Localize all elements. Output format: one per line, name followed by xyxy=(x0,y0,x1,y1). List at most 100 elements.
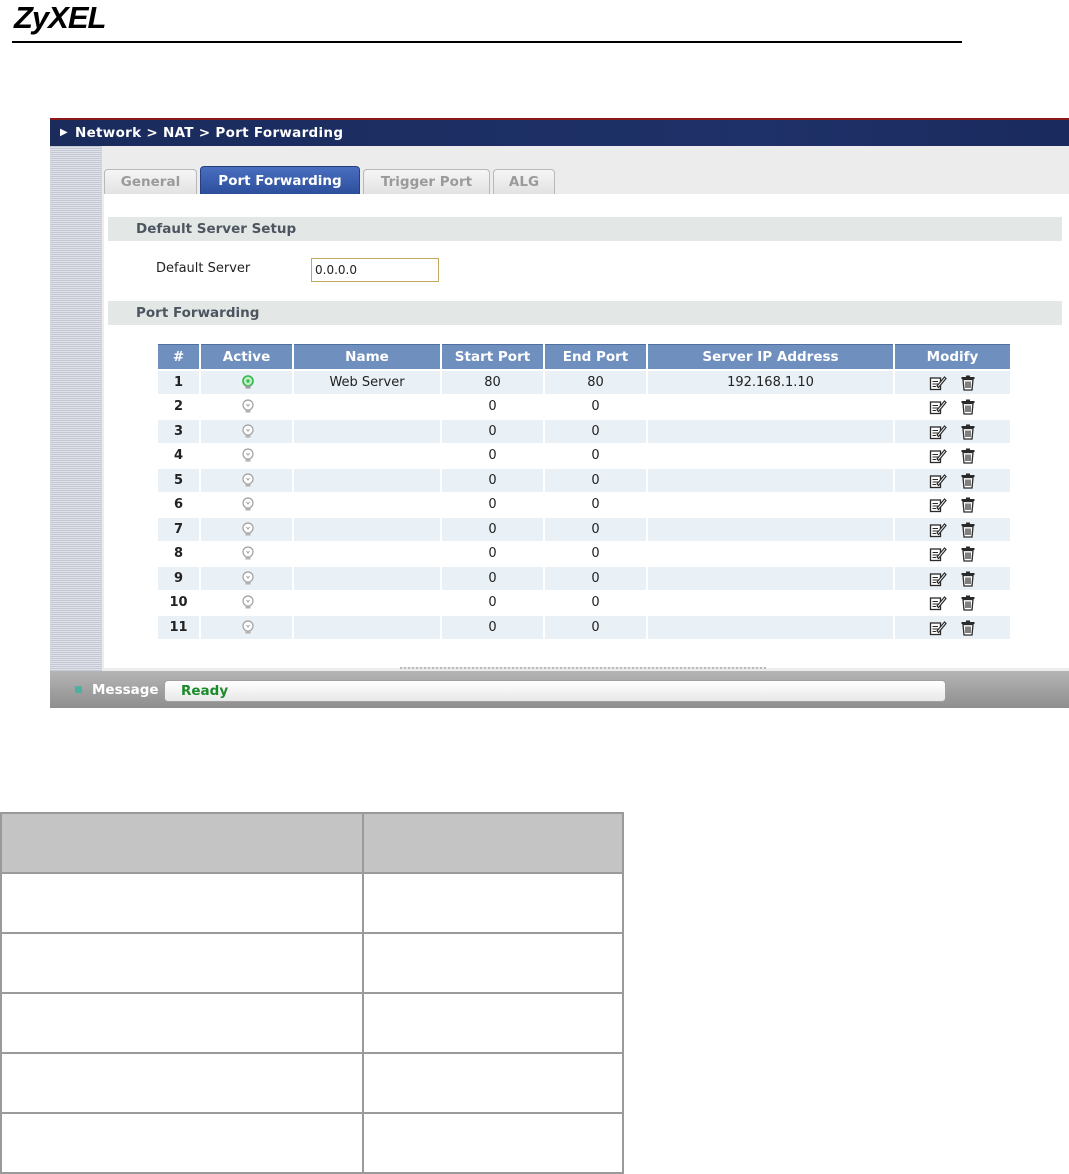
blank-table-row xyxy=(0,992,624,1054)
trash-icon[interactable] xyxy=(959,424,977,440)
router-config-window: ▶ Network > NAT > Port Forwarding Genera… xyxy=(50,118,1069,708)
row-server-ip-cell xyxy=(648,616,893,639)
trash-icon[interactable] xyxy=(959,522,977,538)
lightbulb-off-icon[interactable] xyxy=(241,473,254,487)
default-server-input[interactable] xyxy=(311,258,439,282)
row-modify-actions xyxy=(895,469,1010,492)
row-name-cell xyxy=(294,444,440,467)
row-name-cell xyxy=(294,395,440,418)
row-modify-cell xyxy=(895,567,1010,590)
row-modify-cell xyxy=(895,371,1010,394)
row-name-cell xyxy=(294,591,440,614)
edit-icon[interactable] xyxy=(929,497,947,513)
row-server-ip-cell xyxy=(648,469,893,492)
blank-table-cell xyxy=(362,932,624,994)
row-modify-cell xyxy=(895,395,1010,418)
trash-icon[interactable] xyxy=(959,620,977,636)
edit-icon[interactable] xyxy=(929,595,947,611)
row-index-cell: 6 xyxy=(173,497,184,512)
zyxel-logo: ZyXEL xyxy=(14,0,106,35)
tab-port-forwarding[interactable]: Port Forwarding xyxy=(200,166,360,195)
row-active-cell xyxy=(201,493,292,516)
tab-general[interactable]: General xyxy=(104,169,197,195)
title-bar: ▶ Network > NAT > Port Forwarding xyxy=(50,118,1069,146)
blank-table-cell xyxy=(362,872,624,934)
left-decor-stripe xyxy=(50,146,102,680)
row-server-ip-cell xyxy=(648,493,893,516)
row-modify-cell xyxy=(895,420,1010,443)
row-name-cell xyxy=(294,493,440,516)
trash-icon[interactable] xyxy=(959,375,977,391)
edit-icon[interactable] xyxy=(929,620,947,636)
row-server-ip-cell: 192.168.1.10 xyxy=(648,371,893,394)
blank-table-cell xyxy=(0,932,364,994)
row-server-ip-cell xyxy=(648,395,893,418)
header-divider xyxy=(12,41,962,43)
row-modify-actions xyxy=(895,616,1010,639)
blank-table-cell xyxy=(0,992,364,1054)
blank-table-cell xyxy=(0,1052,364,1114)
status-message: Ready xyxy=(164,680,946,702)
edit-icon[interactable] xyxy=(929,522,947,538)
row-active-cell xyxy=(201,444,292,467)
row-start-port-cell: 0 xyxy=(488,546,497,561)
row-modify-actions xyxy=(895,518,1010,541)
edit-icon[interactable] xyxy=(929,546,947,562)
trash-icon[interactable] xyxy=(959,571,977,587)
trash-icon[interactable] xyxy=(959,448,977,464)
col-header-start-port: Start Port xyxy=(442,344,543,369)
section-port-forwarding: Port Forwarding xyxy=(108,301,1062,325)
lightbulb-off-icon[interactable] xyxy=(241,399,254,413)
row-active-cell xyxy=(201,469,292,492)
edit-icon[interactable] xyxy=(929,571,947,587)
row-modify-actions xyxy=(895,371,1010,394)
row-modify-cell xyxy=(895,444,1010,467)
lightbulb-off-icon[interactable] xyxy=(241,522,254,536)
trash-icon[interactable] xyxy=(959,546,977,562)
trash-icon[interactable] xyxy=(959,497,977,513)
edit-icon[interactable] xyxy=(929,424,947,440)
row-name-cell xyxy=(294,420,440,443)
blank-table-row xyxy=(0,872,624,934)
row-index-cell: 5 xyxy=(158,469,199,492)
lightbulb-off-icon[interactable] xyxy=(241,620,254,634)
row-modify-actions xyxy=(895,395,1010,418)
col-header-name: Name xyxy=(294,344,440,369)
lightbulb-on-icon[interactable] xyxy=(241,375,254,389)
edit-icon[interactable] xyxy=(929,448,947,464)
row-active-cell xyxy=(201,567,292,590)
breadcrumb: Network > NAT > Port Forwarding xyxy=(75,125,344,141)
row-server-ip-cell xyxy=(648,542,893,565)
lightbulb-off-icon[interactable] xyxy=(241,424,254,438)
lightbulb-off-icon[interactable] xyxy=(241,571,254,585)
trash-icon[interactable] xyxy=(959,399,977,415)
row-modify-cell xyxy=(895,591,1010,614)
row-end-port-cell: 80 xyxy=(545,371,646,394)
blank-table-cell xyxy=(0,812,364,874)
tab-alg[interactable]: ALG xyxy=(493,169,555,195)
blank-table-cell xyxy=(362,1052,624,1114)
tab-trigger-port[interactable]: Trigger Port xyxy=(363,169,490,195)
row-end-port-cell: 0 xyxy=(591,448,600,463)
edit-icon[interactable] xyxy=(929,375,947,391)
row-end-port-cell: 0 xyxy=(591,497,600,512)
row-end-port-cell: 0 xyxy=(545,567,646,590)
row-active-cell xyxy=(201,395,292,418)
blank-table-cell xyxy=(0,872,364,934)
row-name-cell xyxy=(294,567,440,590)
col-header-end-port: End Port xyxy=(545,344,646,369)
row-modify-actions xyxy=(895,542,1010,565)
lightbulb-off-icon[interactable] xyxy=(241,448,254,462)
lightbulb-off-icon[interactable] xyxy=(241,546,254,560)
row-end-port-cell: 0 xyxy=(545,469,646,492)
row-server-ip-cell xyxy=(648,518,893,541)
edit-icon[interactable] xyxy=(929,399,947,415)
lightbulb-off-icon[interactable] xyxy=(241,497,254,511)
row-index-cell: 4 xyxy=(173,448,184,463)
trash-icon[interactable] xyxy=(959,473,977,489)
trash-icon[interactable] xyxy=(959,595,977,611)
row-active-cell xyxy=(201,420,292,443)
edit-icon[interactable] xyxy=(929,473,947,489)
lightbulb-off-icon[interactable] xyxy=(241,595,254,609)
row-end-port-cell: 0 xyxy=(545,420,646,443)
